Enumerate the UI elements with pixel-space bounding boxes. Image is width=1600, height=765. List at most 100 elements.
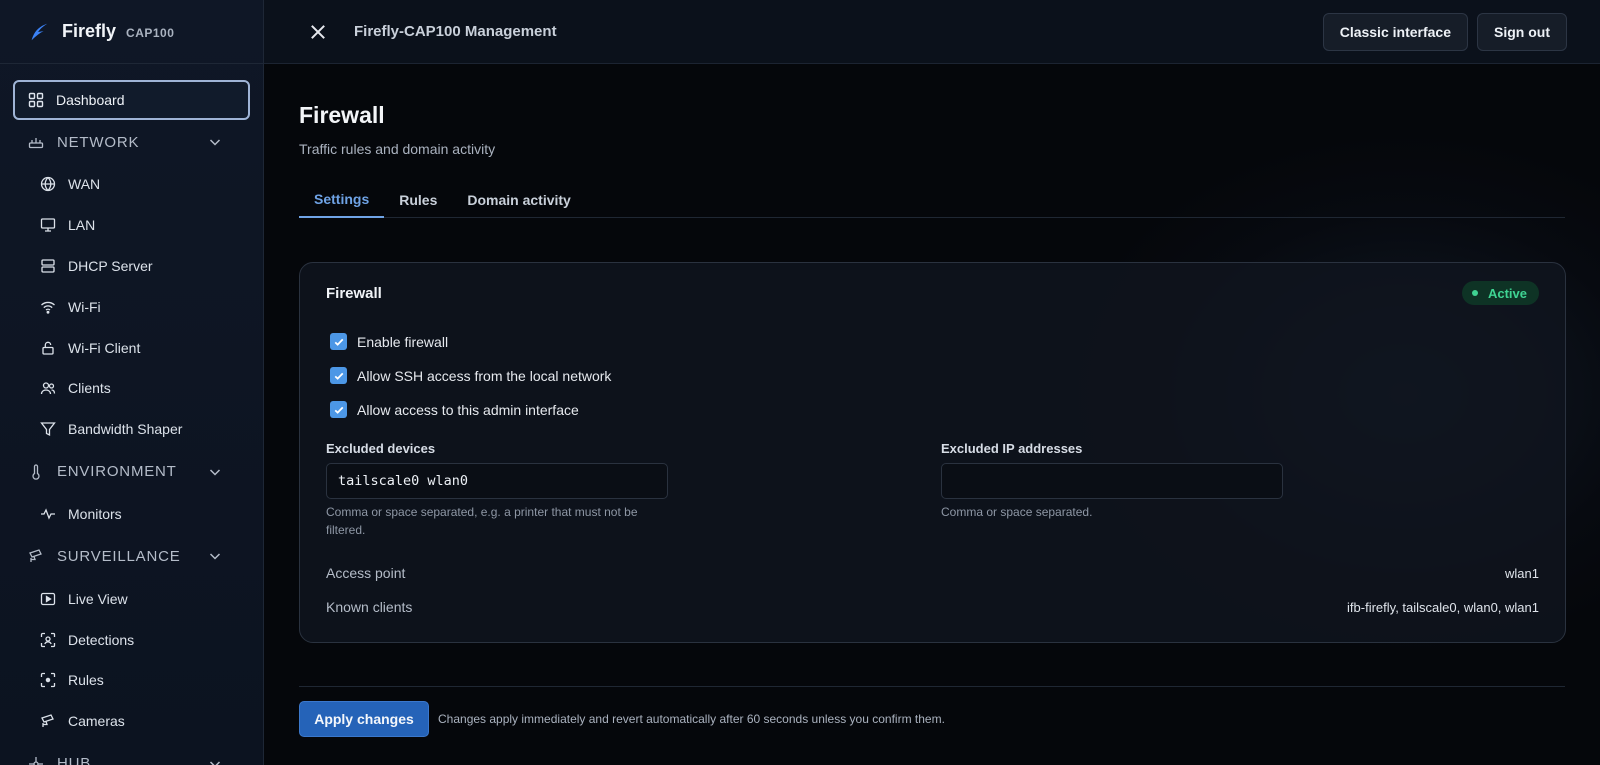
- top-actions: Classic interface Sign out: [1322, 12, 1567, 51]
- tab-bar: Settings Rules Domain activity: [299, 182, 1565, 218]
- sidebar-item-label: Rules: [68, 672, 104, 689]
- allow-ssh-checkbox[interactable]: [330, 367, 347, 384]
- sidebar-nav: Dashboard NETWORK WAN LAN DHCP Server Wi: [0, 64, 263, 765]
- sidebar: Firefly CAP100 Dashboard NETWORK WAN LAN: [0, 0, 264, 765]
- main-content: Firewall Traffic rules and domain activi…: [264, 64, 1600, 765]
- sign-out-button[interactable]: Sign out: [1477, 12, 1567, 51]
- sidebar-item-label: Bandwidth Shaper: [68, 421, 183, 438]
- filter-icon: [39, 420, 57, 438]
- users-icon: [39, 379, 57, 397]
- sidebar-item-detections[interactable]: Detections: [13, 619, 250, 660]
- sidebar-item-label: Wi-Fi Client: [68, 339, 141, 356]
- checkbox-row: Allow access to this admin interface: [330, 401, 579, 418]
- page-title: Firewall: [299, 102, 385, 128]
- known-clients-value: ifb-firefly, tailscale0, wlan0, wlan1: [1347, 600, 1539, 615]
- check-icon: [334, 338, 343, 346]
- chevron-down-icon: [206, 755, 224, 765]
- scan-icon: [39, 671, 57, 689]
- page-subtitle: Traffic rules and domain activity: [299, 141, 496, 157]
- sidebar-item-live-view[interactable]: Live View: [13, 578, 250, 619]
- access-point-label: Access point: [326, 565, 406, 581]
- network-icon: [27, 133, 45, 151]
- sidebar-item-dhcp-server[interactable]: DHCP Server: [13, 246, 250, 287]
- chevron-down-icon: [206, 463, 224, 481]
- hub-icon: [27, 755, 45, 765]
- excluded-devices-label: Excluded devices: [326, 441, 436, 456]
- monitor-icon: [39, 216, 57, 234]
- tab-rules[interactable]: Rules: [384, 182, 452, 218]
- top-bar: Firefly-CAP100 Management Classic interf…: [264, 0, 1600, 64]
- server-icon: [39, 257, 57, 275]
- sidebar-item-label: LAN: [68, 217, 96, 234]
- sidebar-item-bandwidth-shaper[interactable]: Bandwidth Shaper: [13, 409, 250, 450]
- excluded-devices-hint: Comma or space separated, e.g. a printer…: [326, 505, 638, 537]
- status-dot-icon: [1471, 290, 1478, 296]
- sidebar-item-label: Wi-Fi: [68, 298, 101, 315]
- checkbox-row: Allow SSH access from the local network: [330, 367, 611, 384]
- sidebar-item-label: Live View: [68, 590, 128, 607]
- tab-domain-activity[interactable]: Domain activity: [452, 182, 585, 218]
- sidebar-section-label: NETWORK: [57, 133, 140, 151]
- classic-interface-button[interactable]: Classic interface: [1322, 12, 1468, 51]
- pulse-icon: [39, 505, 57, 523]
- sidebar-item-wifi[interactable]: Wi-Fi: [13, 286, 250, 327]
- excluded-ips-hint: Comma or space separated.: [941, 505, 1093, 519]
- sidebar-item-label: Detections: [68, 631, 135, 648]
- sidebar-section-environment[interactable]: ENVIRONMENT: [13, 450, 250, 494]
- sidebar-item-rules[interactable]: Rules: [13, 660, 250, 701]
- sidebar-section-label: ENVIRONMENT: [57, 463, 177, 481]
- sidebar-section-network[interactable]: NETWORK: [13, 120, 250, 164]
- cctv-icon: [27, 547, 45, 565]
- sidebar-item-label: WAN: [68, 176, 101, 193]
- allow-admin-checkbox[interactable]: [330, 401, 347, 418]
- close-icon[interactable]: [308, 22, 328, 42]
- sidebar-section-label: SURVEILLANCE: [57, 547, 181, 565]
- globe-icon: [39, 175, 57, 193]
- brand[interactable]: Firefly CAP100: [0, 0, 263, 64]
- card-title: Firewall: [326, 285, 382, 302]
- sidebar-item-label: Monitors: [68, 505, 122, 522]
- grid-icon: [27, 91, 45, 109]
- checkbox-label: Enable firewall: [357, 333, 449, 350]
- sidebar-section-surveillance[interactable]: SURVEILLANCE: [13, 534, 250, 578]
- brand-model: CAP100: [126, 26, 175, 40]
- app-title: Firefly-CAP100 Management: [354, 23, 557, 40]
- sidebar-item-cameras[interactable]: Cameras: [13, 701, 250, 742]
- firefly-logo-icon: [31, 23, 48, 40]
- sidebar-item-monitors[interactable]: Monitors: [13, 494, 250, 535]
- sidebar-item-dashboard[interactable]: Dashboard: [13, 80, 250, 120]
- sidebar-item-label: Clients: [68, 380, 111, 397]
- access-point-value: wlan1: [1505, 566, 1539, 581]
- tab-settings[interactable]: Settings: [299, 182, 385, 218]
- sidebar-item-label: Dashboard: [56, 92, 125, 108]
- chevron-down-icon: [206, 133, 224, 151]
- sidebar-section-hub[interactable]: HUB: [13, 742, 250, 765]
- firewall-card: Firewall Active Enable firewall Allow SS…: [299, 262, 1566, 643]
- checkbox-label: Allow access to this admin interface: [357, 401, 579, 418]
- excluded-devices-input[interactable]: [326, 463, 668, 499]
- check-icon: [334, 372, 343, 380]
- sidebar-item-label: Cameras: [68, 713, 125, 730]
- sidebar-item-lan[interactable]: LAN: [13, 205, 250, 246]
- check-icon: [334, 406, 343, 414]
- scan-face-icon: [39, 631, 57, 649]
- sidebar-item-wan[interactable]: WAN: [13, 164, 250, 205]
- camera-icon: [39, 712, 57, 730]
- wifi-icon: [39, 298, 57, 316]
- apply-note: Changes apply immediately and revert aut…: [438, 712, 945, 726]
- thermometer-icon: [27, 463, 45, 481]
- play-icon: [39, 590, 57, 608]
- chevron-down-icon: [206, 547, 224, 565]
- excluded-ips-input[interactable]: [941, 463, 1283, 499]
- known-clients-label: Known clients: [326, 599, 413, 615]
- sidebar-item-wifi-client[interactable]: Wi-Fi Client: [13, 327, 250, 368]
- checkbox-label: Allow SSH access from the local network: [357, 367, 612, 384]
- enable-firewall-checkbox[interactable]: [330, 333, 347, 350]
- checkbox-row: Enable firewall: [330, 333, 448, 350]
- status-text: Active: [1487, 285, 1527, 301]
- excluded-ips-label: Excluded IP addresses: [941, 441, 1083, 456]
- sidebar-item-clients[interactable]: Clients: [13, 368, 250, 409]
- lock-icon: [39, 339, 57, 357]
- footer-divider: [299, 686, 1565, 687]
- apply-changes-button[interactable]: Apply changes: [299, 701, 429, 737]
